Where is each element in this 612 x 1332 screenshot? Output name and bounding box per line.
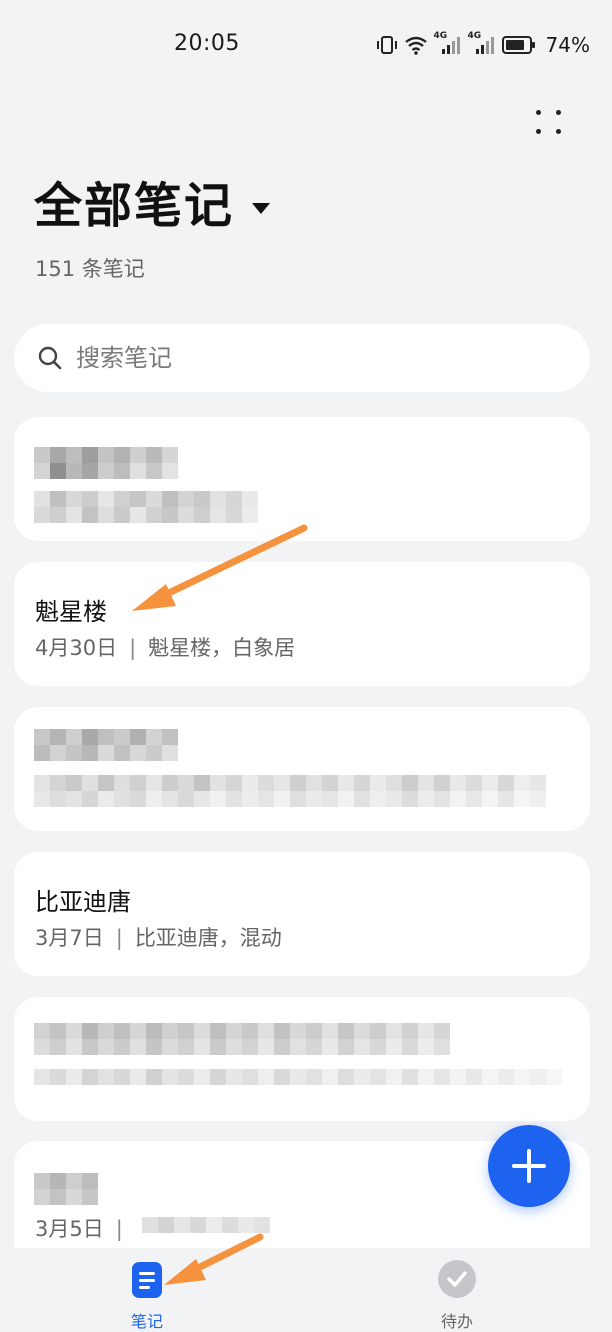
redacted-preview <box>142 1217 270 1233</box>
redacted-preview <box>34 791 546 807</box>
check-circle-icon <box>438 1260 476 1298</box>
redacted-title <box>34 745 178 761</box>
note-title: 比亚迪唐 <box>35 888 131 916</box>
note-meta: 3月5日 | <box>35 1213 135 1243</box>
search-icon <box>38 346 62 370</box>
redacted-preview <box>34 491 258 507</box>
add-note-button[interactable] <box>488 1125 570 1207</box>
more-options-button[interactable] <box>530 104 570 144</box>
redacted-preview <box>34 775 546 791</box>
meta-separator: | <box>129 636 137 660</box>
tab-label: 笔记 <box>130 1312 163 1331</box>
redacted-title <box>34 729 178 745</box>
tab-label: 待办 <box>440 1312 473 1331</box>
note-card[interactable]: 比亚迪唐 3月7日 | 比亚迪唐，混动 <box>14 852 590 976</box>
tab-notes[interactable]: 笔记 <box>107 1262 187 1331</box>
signal-2-icon: 4G <box>468 31 496 56</box>
redacted-title <box>34 1189 98 1205</box>
caret-down-icon <box>252 202 271 214</box>
note-date: 3月5日 <box>35 1217 104 1241</box>
wifi-icon <box>404 36 427 55</box>
redacted-preview <box>34 507 258 523</box>
tab-todo[interactable]: 待办 <box>417 1260 497 1331</box>
redacted-title <box>34 447 178 463</box>
signal-1-icon: 4G <box>434 31 462 56</box>
folder-selector[interactable]: 全部笔记 <box>34 178 271 234</box>
more-dot-icon <box>556 110 561 115</box>
note-count: 151 条笔记 <box>35 257 145 281</box>
more-dot-icon <box>536 129 541 134</box>
bottom-nav: 笔记 待办 <box>0 1248 612 1331</box>
redacted-preview <box>34 1023 450 1039</box>
redacted-title <box>34 1173 98 1189</box>
redacted-preview <box>34 1069 562 1085</box>
more-dot-icon <box>536 110 541 115</box>
status-bar: 20:05 4G 4G 74% <box>0 0 612 90</box>
note-card[interactable]: 魁星楼 4月30日 | 魁星楼，白象居 <box>14 562 590 686</box>
vibrate-icon <box>376 36 397 54</box>
note-date: 4月30日 <box>35 636 118 660</box>
redacted-title <box>34 463 178 479</box>
note-date: 3月7日 <box>35 926 104 950</box>
note-icon <box>132 1262 162 1298</box>
meta-separator: | <box>115 1217 123 1241</box>
status-time: 20:05 <box>174 31 240 56</box>
meta-separator: | <box>115 926 123 950</box>
battery-percent: 74% <box>545 33 590 57</box>
note-title: 魁星楼 <box>35 598 107 626</box>
redacted-preview <box>34 1039 450 1055</box>
note-card[interactable] <box>14 707 590 831</box>
more-dot-icon <box>556 129 561 134</box>
battery-icon <box>501 36 535 54</box>
note-meta: 4月30日 | 魁星楼，白象居 <box>35 632 295 662</box>
note-preview: 魁星楼，白象居 <box>148 636 296 660</box>
search-bar[interactable] <box>14 324 590 392</box>
note-meta: 3月7日 | 比亚迪唐，混动 <box>35 922 282 952</box>
note-preview: 比亚迪唐，混动 <box>134 926 282 950</box>
note-card[interactable] <box>14 417 590 541</box>
status-icons: 4G 4G 74% <box>376 30 590 60</box>
page-title: 全部笔记 <box>34 178 235 234</box>
note-card[interactable] <box>14 997 590 1121</box>
search-input[interactable] <box>74 343 558 373</box>
